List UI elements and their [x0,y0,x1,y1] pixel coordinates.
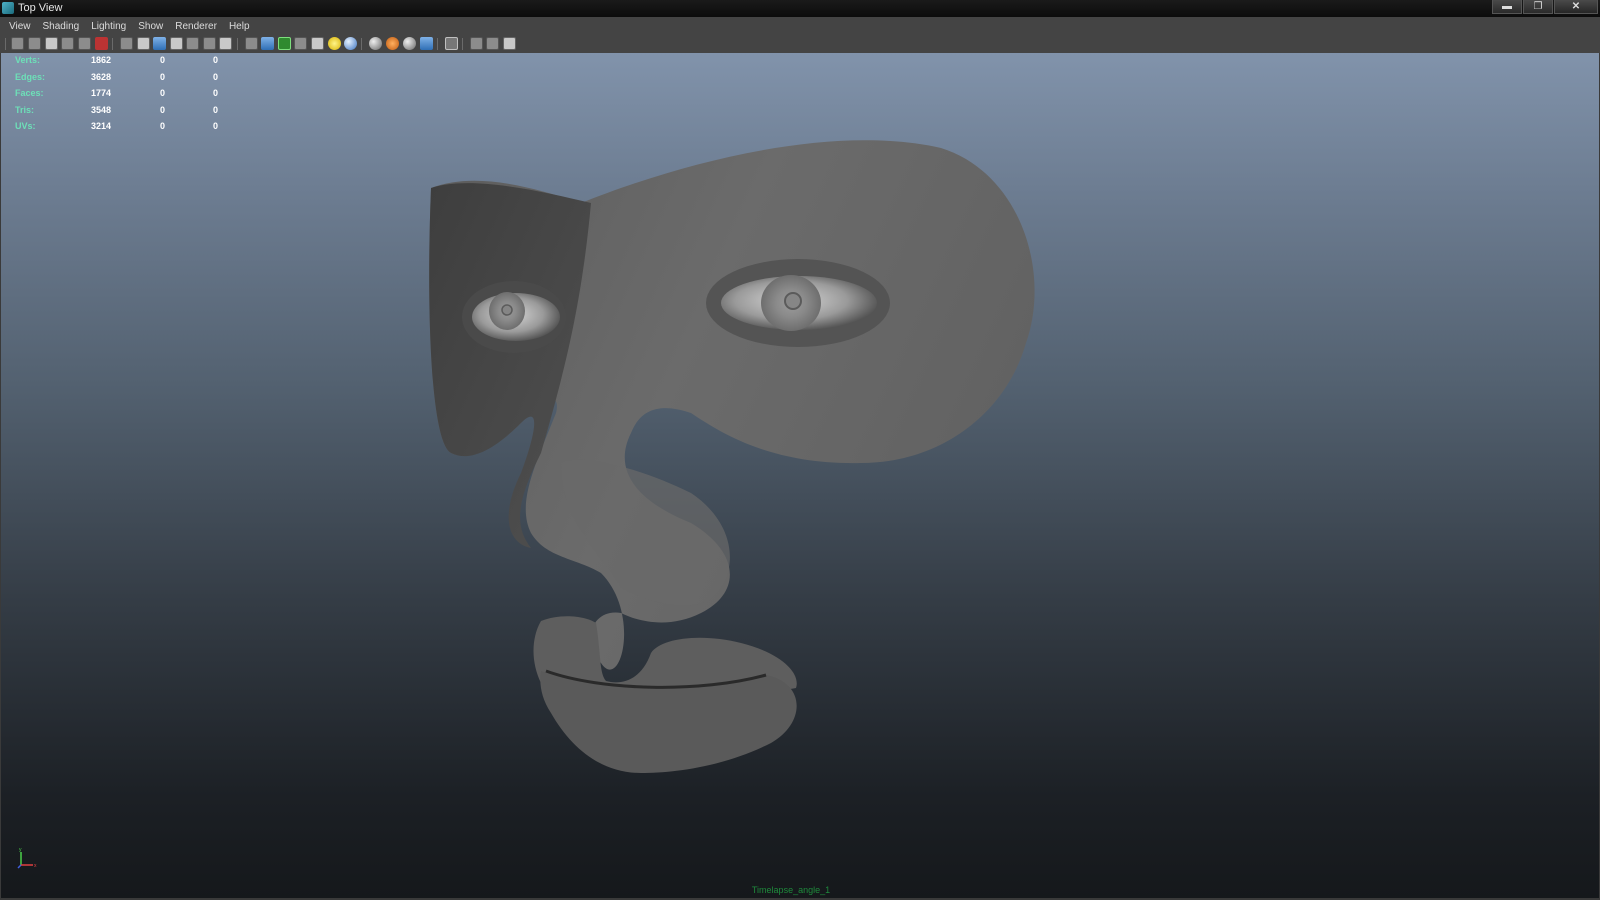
xray-icon[interactable] [294,37,307,50]
window-title: Top View [18,2,63,14]
textured-icon[interactable] [311,37,324,50]
maximize-button[interactable]: ❐ [1523,0,1553,14]
title-bar: Top View ▬ ❐ ✕ [0,0,1600,17]
axis-label-x: x [34,863,37,869]
multisample-aa-icon[interactable] [403,37,416,50]
camera-attributes-icon[interactable] [28,37,41,50]
toolbar-separator [237,38,238,50]
motion-blur-icon[interactable] [386,37,399,50]
film-gate-icon[interactable] [137,37,150,50]
xray-active-icon[interactable] [486,37,499,50]
toolbar-separator [361,38,362,50]
select-camera-icon[interactable] [11,37,24,50]
nose-tip [561,459,730,606]
2d-pan-zoom-icon[interactable] [78,37,91,50]
menu-view[interactable]: View [9,21,31,32]
3d-viewport[interactable]: Verts: 1862 0 0 Edges: 3628 0 0 Faces: 1… [0,53,1600,898]
view-axis-gizmo: y x [17,847,37,869]
bookmark-icon[interactable] [45,37,58,50]
menu-show[interactable]: Show [138,21,163,32]
window-controls: ▬ ❐ ✕ [1491,0,1598,15]
safe-action-icon[interactable] [203,37,216,50]
xray-joints-icon[interactable] [470,37,483,50]
safe-title-icon[interactable] [219,37,232,50]
toolbar-separator [462,38,463,50]
face-mesh-model[interactable] [1,53,1599,898]
panel-toolbar [0,35,1600,54]
menu-renderer[interactable]: Renderer [175,21,217,32]
screen-space-ao-icon[interactable] [369,37,382,50]
menu-lighting[interactable]: Lighting [91,21,126,32]
gate-mask-icon[interactable] [170,37,183,50]
toolbar-separator [5,38,6,50]
minimize-button[interactable]: ▬ [1492,0,1522,14]
toolbar-separator [112,38,113,50]
isolate-select-icon[interactable] [445,37,458,50]
maya-viewport-window: Top View ▬ ❐ ✕ View Shading Lighting Sho… [0,0,1600,900]
depth-of-field-icon[interactable] [420,37,433,50]
toolbar-separator [437,38,438,50]
playblast-icon[interactable] [503,37,516,50]
menu-help[interactable]: Help [229,21,250,32]
grid-icon[interactable] [120,37,133,50]
shadows-icon[interactable] [344,37,357,50]
camera-name-label: Timelapse_angle_1 [751,885,831,895]
use-all-lights-icon[interactable] [328,37,341,50]
menu-shading[interactable]: Shading [43,21,80,32]
wireframe-on-shaded-icon[interactable] [278,37,291,50]
smooth-shade-icon[interactable] [261,37,274,50]
image-plane-icon[interactable] [61,37,74,50]
grease-pencil-icon[interactable] [95,37,108,50]
resolution-gate-icon[interactable] [153,37,166,50]
left-pupil [501,304,513,316]
maya-app-icon [2,2,14,14]
right-pupil [784,292,802,310]
close-button[interactable]: ✕ [1554,0,1598,14]
wireframe-icon[interactable] [245,37,258,50]
field-chart-icon[interactable] [186,37,199,50]
panel-menu-bar: View Shading Lighting Show Renderer Help [0,17,1600,35]
